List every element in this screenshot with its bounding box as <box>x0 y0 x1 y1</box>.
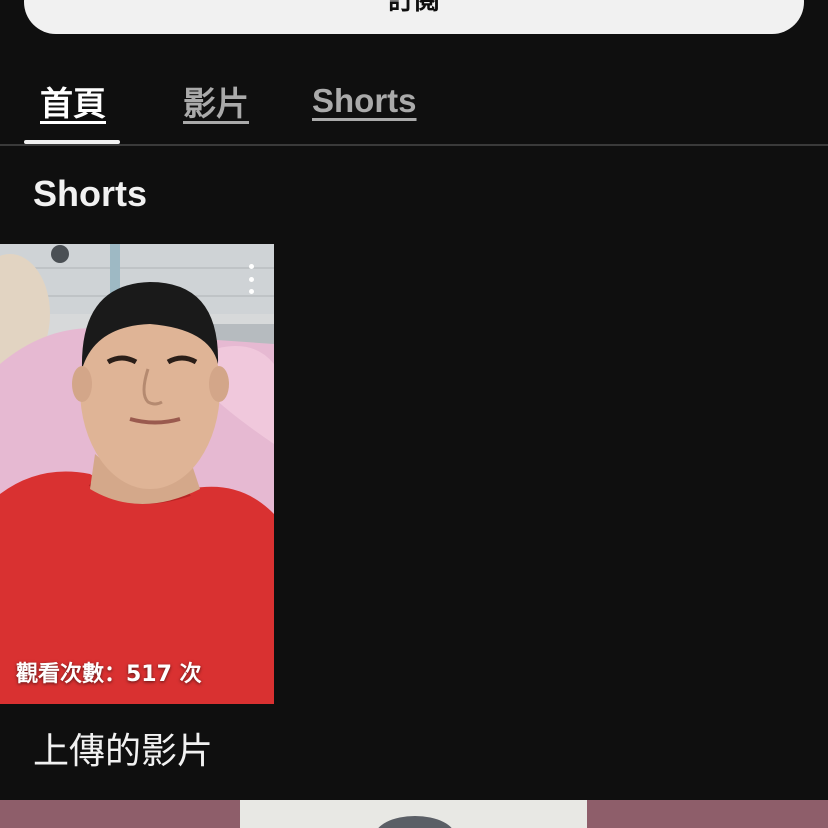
more-vert-icon[interactable] <box>244 264 258 294</box>
tab-videos[interactable]: 影片 <box>183 58 249 144</box>
section-title-shorts: Shorts <box>33 173 148 214</box>
tab-selected-indicator <box>24 140 120 144</box>
channel-page: 訂閱 首頁 影片 Shorts Shorts 觀看次數：517 次 上傳的影片 <box>0 0 828 828</box>
video-thumbnail[interactable] <box>0 800 828 828</box>
subscribe-button[interactable]: 訂閱 <box>24 0 804 34</box>
tab-shorts[interactable]: Shorts <box>312 58 417 144</box>
shorts-view-count: 觀看次數：517 次 <box>16 662 202 687</box>
shorts-card[interactable]: 觀看次數：517 次 <box>0 244 274 704</box>
shorts-thumbnail <box>0 244 274 704</box>
tab-home[interactable]: 首頁 <box>40 58 106 144</box>
section-title-uploads: 上傳的影片 <box>33 731 214 772</box>
channel-tabs: 首頁 影片 Shorts <box>0 58 828 146</box>
